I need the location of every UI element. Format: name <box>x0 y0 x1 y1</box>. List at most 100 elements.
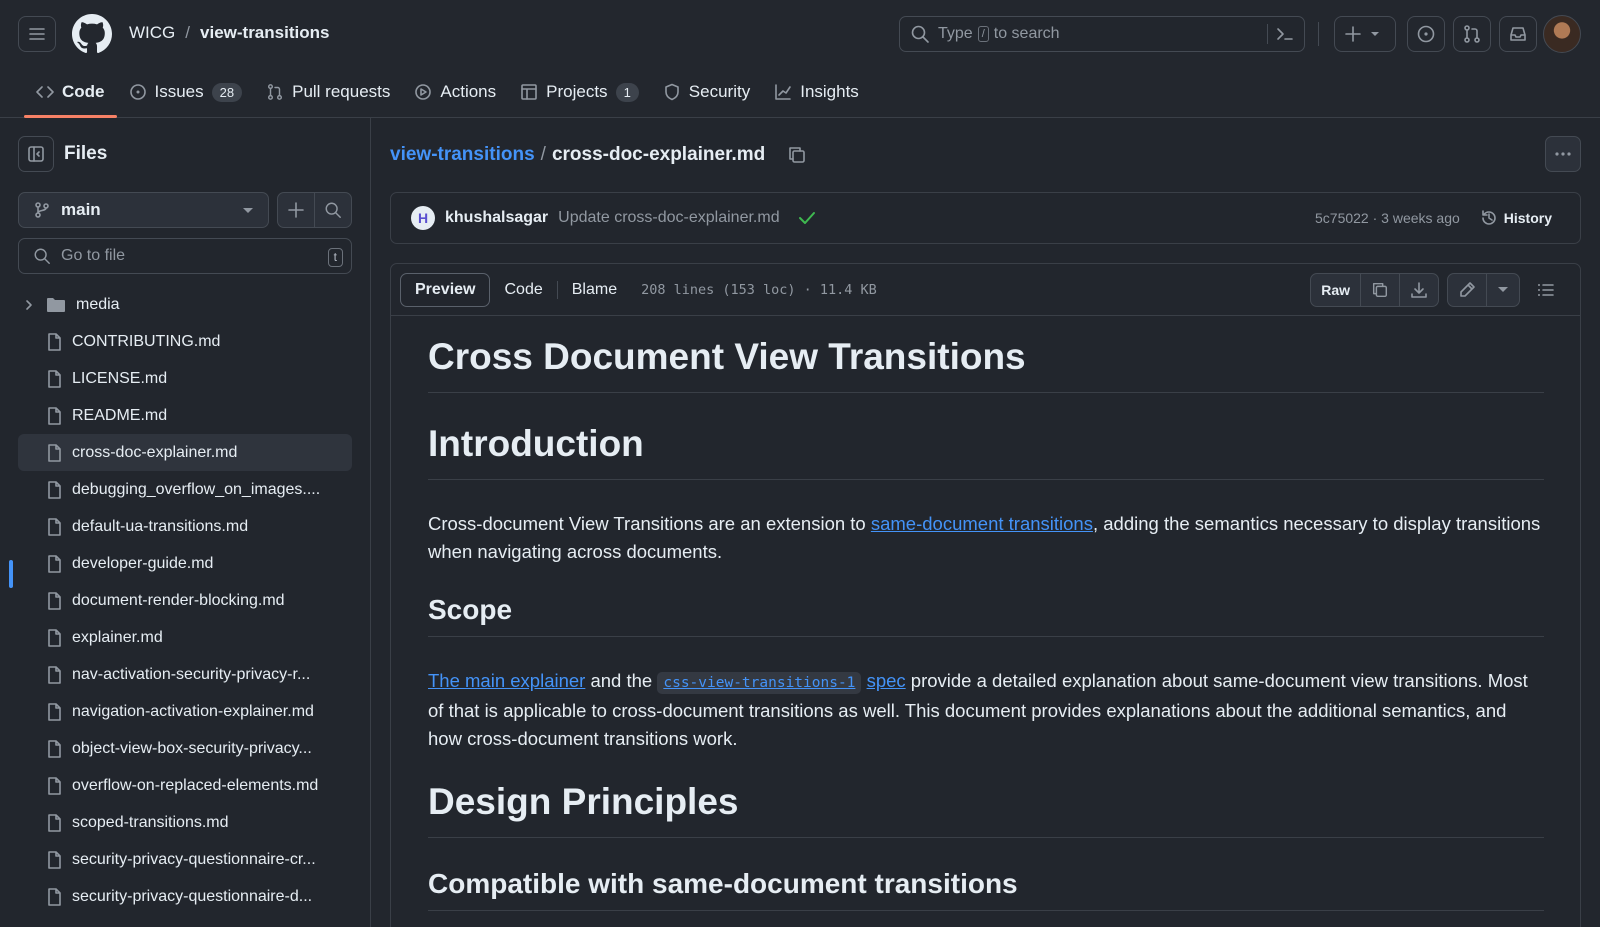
copy-path-icon[interactable] <box>787 145 807 165</box>
file-item[interactable]: security-privacy-questionnaire-cr... <box>18 841 352 878</box>
file-icon <box>48 776 61 795</box>
file-name: cross-doc-explainer.md <box>72 443 238 461</box>
file-icon <box>48 628 61 647</box>
file-list: media CONTRIBUTING.md LICENSE.md README.… <box>18 286 352 915</box>
plus-icon <box>1345 26 1379 42</box>
more-options-button[interactable] <box>1545 136 1581 172</box>
issues-button[interactable] <box>1407 16 1445 52</box>
commit-author-avatar[interactable]: H <box>411 206 435 230</box>
commit-hash-time[interactable]: 5c75022 · 3 weeks ago <box>1315 210 1460 226</box>
file-item[interactable]: explainer.md <box>18 619 352 656</box>
raw-button[interactable]: Raw <box>1311 274 1361 306</box>
search-input[interactable]: Type / to search <box>899 16 1305 52</box>
file-icon <box>48 887 61 906</box>
tab-label: Security <box>688 82 751 101</box>
copy-raw-button[interactable] <box>1361 274 1400 306</box>
spec-link[interactable]: spec <box>867 670 906 691</box>
file-item[interactable]: CONTRIBUTING.md <box>18 323 352 360</box>
file-item[interactable]: object-view-box-security-privacy... <box>18 730 352 767</box>
file-name: security-privacy-questionnaire-cr... <box>72 850 316 868</box>
intro-paragraph: Cross-document View Transitions are an e… <box>428 510 1544 566</box>
file-item[interactable]: scoped-transitions.md <box>18 804 352 841</box>
breadcrumb-repo-link[interactable]: view-transitions <box>390 144 535 166</box>
history-label: History <box>1503 210 1552 226</box>
shield-icon <box>664 83 679 101</box>
edit-button[interactable] <box>1448 274 1487 306</box>
file-item-selected[interactable]: cross-doc-explainer.md <box>18 434 352 471</box>
tab-actions[interactable]: Actions <box>402 70 508 114</box>
collapse-sidebar-button[interactable] <box>18 136 54 172</box>
intro-text-before: Cross-document View Transitions are an e… <box>428 513 871 534</box>
tab-label: Insights <box>800 82 859 101</box>
edit-dropdown-button[interactable] <box>1487 274 1519 306</box>
owner-link[interactable]: WICG <box>129 23 175 43</box>
file-icon <box>48 517 61 536</box>
folder-item-media[interactable]: media <box>18 286 352 323</box>
file-icon <box>48 591 61 610</box>
file-item[interactable]: navigation-activation-explainer.md <box>18 693 352 730</box>
breadcrumb-separator: / <box>540 144 546 165</box>
file-item[interactable]: README.md <box>18 397 352 434</box>
heading-compatible: Compatible with same-document transition… <box>428 868 1544 911</box>
file-item[interactable]: nav-activation-security-privacy-r... <box>18 656 352 693</box>
history-icon <box>1481 210 1496 225</box>
history-button[interactable]: History <box>1480 209 1552 227</box>
search-files-button[interactable] <box>315 193 351 227</box>
issues-count-badge: 28 <box>211 82 243 102</box>
file-tree-sidebar: Files main Go to file t media CONTRIBUTI… <box>0 118 371 927</box>
latest-commit-bar: H khushalsagar Update cross-doc-explaine… <box>390 192 1581 244</box>
command-palette-icon[interactable] <box>1276 26 1294 42</box>
commit-message[interactable]: Update cross-doc-explainer.md <box>558 209 779 227</box>
file-item[interactable]: overflow-on-replaced-elements.md <box>18 767 352 804</box>
inbox-button[interactable] <box>1499 16 1537 52</box>
outline-button[interactable] <box>1528 273 1564 307</box>
file-icon <box>48 702 61 721</box>
code-tab[interactable]: Code <box>490 273 556 307</box>
search-prefix: Type <box>938 25 973 42</box>
search-divider <box>1267 24 1268 44</box>
go-to-file-placeholder: Go to file <box>61 247 126 264</box>
add-file-button[interactable] <box>278 193 315 227</box>
file-item[interactable]: LICENSE.md <box>18 360 352 397</box>
menu-button[interactable] <box>18 16 56 52</box>
commit-author[interactable]: khushalsagar <box>445 209 548 227</box>
tab-insights[interactable]: Insights <box>762 70 871 114</box>
heading-introduction: Introduction <box>428 423 1544 480</box>
tab-pull-requests[interactable]: Pull requests <box>254 70 402 114</box>
heading-design-principles: Design Principles <box>428 781 1544 838</box>
go-to-file-input[interactable]: Go to file t <box>18 238 352 274</box>
files-title: Files <box>64 143 108 164</box>
copy-icon <box>1372 282 1388 298</box>
check-icon[interactable] <box>798 210 816 226</box>
file-item[interactable]: security-privacy-questionnaire-d... <box>18 878 352 915</box>
file-name: default-ua-transitions.md <box>72 517 249 535</box>
tab-issues[interactable]: Issues 28 <box>117 70 255 114</box>
file-icon <box>48 850 61 869</box>
css-view-transitions-link[interactable]: css-view-transitions-1 <box>657 672 862 694</box>
search-shortcut-key: / <box>977 26 989 42</box>
file-name: document-render-blocking.md <box>72 591 285 609</box>
projects-count-badge: 1 <box>615 82 639 102</box>
file-item[interactable]: document-render-blocking.md <box>18 582 352 619</box>
tab-code[interactable]: Code <box>24 70 117 118</box>
preview-tab[interactable]: Preview <box>400 272 491 307</box>
same-document-transitions-link[interactable]: same-document transitions <box>871 513 1093 534</box>
user-avatar[interactable] <box>1543 15 1581 53</box>
github-logo-icon[interactable] <box>72 14 112 54</box>
blame-tab[interactable]: Blame <box>558 273 631 307</box>
file-item[interactable]: developer-guide.md <box>18 545 352 582</box>
file-item[interactable]: default-ua-transitions.md <box>18 508 352 545</box>
branch-selector[interactable]: main <box>18 192 269 228</box>
main-explainer-link[interactable]: The main explainer <box>428 670 585 691</box>
tab-security[interactable]: Security <box>651 70 762 114</box>
file-name: developer-guide.md <box>72 554 214 572</box>
file-view: Preview Code Blame 208 lines (153 loc) ·… <box>390 263 1581 927</box>
repo-link[interactable]: view-transitions <box>200 23 329 43</box>
file-item[interactable]: debugging_overflow_on_images.... <box>18 471 352 508</box>
download-button[interactable] <box>1400 274 1438 306</box>
tab-projects[interactable]: Projects 1 <box>508 70 651 114</box>
create-new-button[interactable] <box>1334 16 1396 52</box>
file-icon <box>48 443 61 462</box>
pull-requests-button[interactable] <box>1453 16 1491 52</box>
doc-title: Cross Document View Transitions <box>428 336 1544 393</box>
